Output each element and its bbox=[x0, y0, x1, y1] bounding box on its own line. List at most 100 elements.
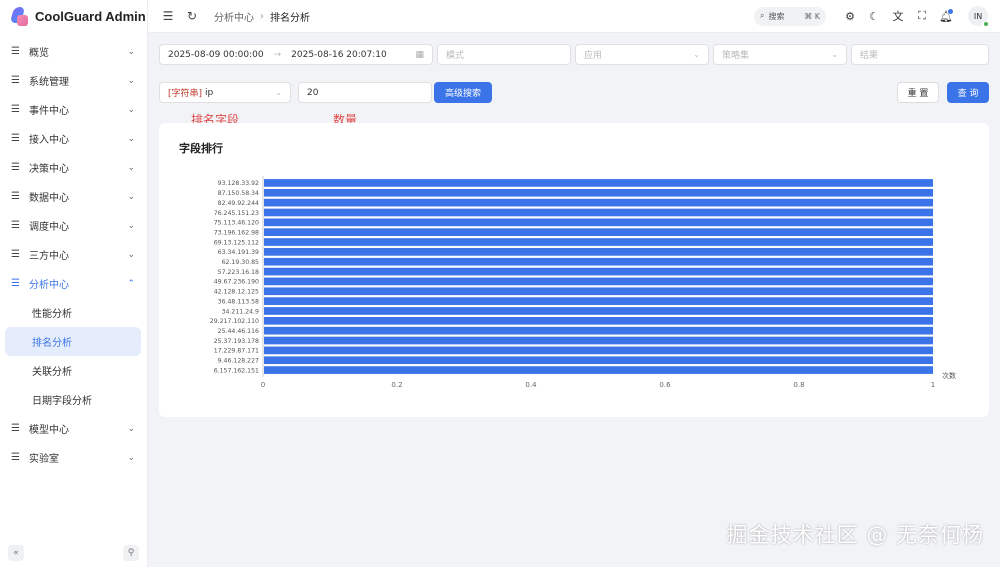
sidebar-item-lab[interactable]: ☰ 实验室 ⌄ bbox=[0, 443, 147, 472]
global-search[interactable]: ⌕ 搜索 ⌘ K bbox=[754, 6, 826, 26]
menu-icon: ☰ bbox=[11, 133, 20, 144]
menu-toggle-icon[interactable]: ☰ bbox=[158, 9, 178, 23]
chart-bar[interactable] bbox=[264, 238, 933, 246]
brand[interactable]: CoolGuard Admin bbox=[0, 0, 147, 33]
advanced-search-button[interactable]: 高级搜索 bbox=[434, 82, 492, 103]
pin-icon[interactable]: ⚲ bbox=[123, 545, 139, 561]
refresh-icon[interactable]: ↻ bbox=[182, 9, 202, 23]
sidebar-subitem-performance[interactable]: 性能分析 bbox=[5, 298, 141, 327]
menu-icon: ☰ bbox=[11, 278, 20, 289]
date-range-picker[interactable]: 2025-08-09 00:00:00 → 2025-08-16 20:07:1… bbox=[159, 44, 433, 65]
sidebar-subitem-ranking[interactable]: 排名分析 bbox=[5, 327, 141, 356]
notification-dot bbox=[948, 8, 953, 14]
y-tick-label: 63.34.191.39 bbox=[218, 249, 259, 256]
reset-button[interactable]: 重 置 bbox=[897, 82, 939, 103]
calendar-icon: ▦ bbox=[415, 49, 424, 60]
x-tick-label: 0 bbox=[261, 381, 265, 389]
chart-bar[interactable] bbox=[264, 208, 933, 217]
y-tick-label: 76.245.151.23 bbox=[214, 210, 259, 217]
sidebar-footer: « ⚲ bbox=[8, 545, 139, 561]
chart-bar[interactable] bbox=[264, 248, 933, 256]
y-tick-label: 73.196.162.98 bbox=[214, 229, 259, 236]
menu-icon: ☰ bbox=[11, 104, 20, 115]
chart-bar[interactable] bbox=[264, 179, 933, 187]
y-tick-label: 6.157.162.151 bbox=[214, 367, 259, 374]
query-button[interactable]: 查 询 bbox=[947, 82, 989, 103]
translate-icon[interactable]: 文 bbox=[886, 8, 910, 24]
sidebar-item-events[interactable]: ☰ 事件中心 ⌄ bbox=[0, 95, 147, 124]
bell-icon[interactable]: 🔔︎ bbox=[934, 8, 958, 23]
sidebar-item-schedule[interactable]: ☰ 调度中心 ⌄ bbox=[0, 211, 147, 240]
chart-bar[interactable] bbox=[264, 356, 933, 365]
chart-bar[interactable] bbox=[264, 287, 933, 296]
chevron-down-icon: ⌄ bbox=[693, 50, 700, 59]
y-tick-label: 25.37.193.178 bbox=[214, 338, 259, 345]
sidebar-item-access[interactable]: ☰ 接入中心 ⌄ bbox=[0, 124, 147, 153]
y-tick-label: 69.13.125.112 bbox=[214, 239, 259, 246]
sidebar-item-overview[interactable]: ☰ 概览 ⌄ bbox=[0, 37, 147, 66]
chevron-down-icon: ⌄ bbox=[127, 75, 135, 86]
policy-set-select[interactable]: 策略集 ⌄ bbox=[713, 44, 847, 65]
chart-bar[interactable] bbox=[264, 297, 933, 305]
chevron-down-icon: ⌄ bbox=[831, 50, 838, 59]
y-tick-label: 29.217.102.110 bbox=[210, 318, 259, 325]
avatar[interactable]: IN bbox=[968, 6, 989, 27]
chevron-up-icon: ⌃ bbox=[127, 278, 135, 289]
sidebar-item-decision[interactable]: ☰ 决策中心 ⌄ bbox=[0, 153, 147, 182]
y-tick-label: 75.113.46.120 bbox=[214, 220, 259, 227]
chart-bar[interactable] bbox=[264, 218, 933, 227]
chart-bar[interactable] bbox=[264, 188, 933, 197]
result-input[interactable]: 结果 bbox=[851, 44, 989, 65]
sidebar-item-model[interactable]: ☰ 模型中心 ⌄ bbox=[0, 414, 147, 443]
sidebar-item-system[interactable]: ☰ 系统管理 ⌄ bbox=[0, 66, 147, 95]
watermark: 掘金技术社区 @ 无奈何杨 bbox=[726, 523, 984, 547]
sidebar-subitem-date-field[interactable]: 日期字段分析 bbox=[5, 385, 141, 414]
y-tick-label: 34.211.24.9 bbox=[222, 308, 259, 315]
menu-icon: ☰ bbox=[11, 75, 20, 86]
chart-bar[interactable] bbox=[264, 316, 933, 325]
arrow-right-icon: → bbox=[273, 49, 282, 60]
online-status-dot bbox=[983, 21, 989, 27]
chart-bar[interactable] bbox=[264, 346, 933, 355]
menu-icon: ☰ bbox=[11, 423, 20, 434]
filter-row-2: [字符串] ip ⌄ 20 高级搜索 重 置 查 询 bbox=[159, 82, 989, 103]
chevron-down-icon: ⌄ bbox=[127, 104, 135, 115]
chevron-down-icon: ⌄ bbox=[127, 46, 135, 57]
settings-icon[interactable]: ⚙ bbox=[838, 10, 862, 23]
chevron-down-icon: ⌄ bbox=[127, 133, 135, 144]
chart-bar[interactable] bbox=[264, 326, 933, 335]
breadcrumb-item[interactable]: 分析中心 bbox=[214, 9, 254, 24]
sidebar-subitem-correlation[interactable]: 关联分析 bbox=[5, 356, 141, 385]
chart-bar[interactable] bbox=[264, 277, 933, 286]
chevron-down-icon: ⌄ bbox=[127, 423, 135, 434]
chart-bar[interactable] bbox=[264, 307, 933, 315]
fullscreen-icon[interactable]: ⛶ bbox=[910, 9, 934, 23]
y-tick-label: 17.229.87.171 bbox=[214, 348, 259, 355]
sidebar-item-data[interactable]: ☰ 数据中心 ⌄ bbox=[0, 182, 147, 211]
y-tick-label: 36.48.113.58 bbox=[218, 298, 259, 305]
chart-bar[interactable] bbox=[264, 336, 933, 345]
y-tick-label: 25.44.46.116 bbox=[218, 328, 259, 335]
sidebar-item-thirdparty[interactable]: ☰ 三方中心 ⌄ bbox=[0, 240, 147, 269]
chart-bar[interactable] bbox=[264, 198, 933, 207]
chart-bar[interactable] bbox=[264, 366, 933, 374]
chevron-down-icon: ⌄ bbox=[127, 249, 135, 260]
rank-field-select[interactable]: [字符串] ip ⌄ bbox=[159, 82, 291, 103]
count-input[interactable]: 20 bbox=[298, 82, 432, 103]
sidebar-item-analysis[interactable]: ☰ 分析中心 ⌃ bbox=[0, 269, 147, 298]
x-tick-label: 0.6 bbox=[659, 381, 671, 389]
chart-bar[interactable] bbox=[264, 257, 933, 266]
search-icon: ⌕ bbox=[760, 11, 765, 20]
mode-input[interactable]: 模式 bbox=[437, 44, 571, 65]
y-tick-label: 62.19.30.85 bbox=[222, 259, 259, 266]
menu-icon: ☰ bbox=[11, 452, 20, 463]
chart-bar[interactable] bbox=[264, 267, 933, 276]
moon-icon[interactable]: ☾ bbox=[862, 10, 886, 23]
app-select[interactable]: 应用 ⌄ bbox=[575, 44, 709, 65]
breadcrumb: 分析中心 › 排名分析 bbox=[214, 9, 310, 24]
chart-bar[interactable] bbox=[264, 228, 933, 237]
x-tick-label: 1 bbox=[931, 381, 935, 389]
shortcut-hint: ⌘ K bbox=[804, 11, 820, 21]
collapse-sidebar-icon[interactable]: « bbox=[8, 545, 24, 561]
field-value: ip bbox=[205, 87, 214, 98]
